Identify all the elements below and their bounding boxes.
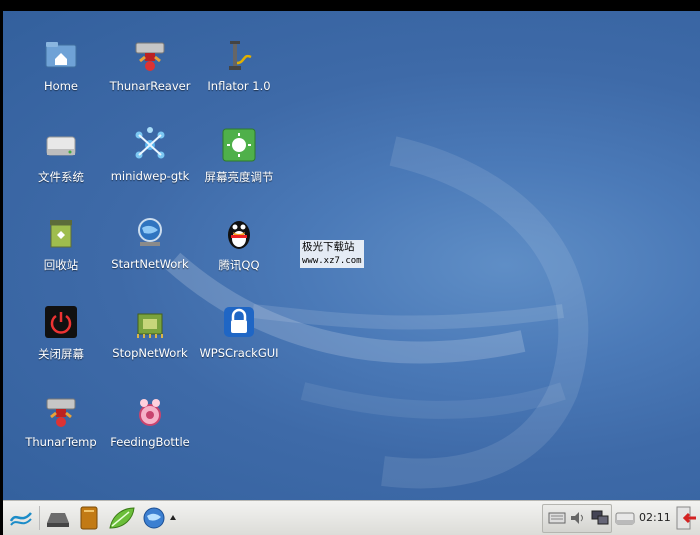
desktop-icon-label: 腾讯QQ bbox=[218, 258, 260, 272]
air-pump-icon bbox=[229, 41, 252, 70]
desktop-icon-label: Inflator 1.0 bbox=[207, 79, 271, 93]
wps-lock-icon bbox=[224, 307, 254, 337]
removable-drive-icon[interactable] bbox=[614, 508, 636, 528]
desktop-icon-label: ThunarReaver bbox=[109, 79, 191, 93]
desktop-icon-label: 关闭屏幕 bbox=[38, 347, 84, 361]
network-card-icon bbox=[137, 313, 163, 338]
desktop-icon-minidwep[interactable]: minidwep-gtk bbox=[105, 125, 195, 211]
desktop-icon-feedingbottle[interactable]: FeedingBottle bbox=[105, 391, 195, 477]
trash-icon bbox=[50, 220, 72, 248]
qq-penguin-icon bbox=[228, 221, 250, 249]
desktop-icon-label: minidwep-gtk bbox=[110, 169, 190, 183]
bomb-tool-icon bbox=[46, 398, 76, 427]
volume-icon[interactable] bbox=[569, 509, 587, 527]
desktop-icon-label: StopNetWork bbox=[112, 346, 188, 360]
desktop-icon-label: 屏幕亮度调节 bbox=[204, 170, 274, 184]
network-globe-icon bbox=[138, 218, 162, 246]
drive-icon bbox=[46, 136, 76, 156]
globe-icon[interactable] bbox=[141, 505, 167, 531]
network-icon[interactable] bbox=[590, 508, 610, 528]
desktop-icon-label: WPSCrackGUI bbox=[199, 346, 279, 360]
keyboard-icon[interactable] bbox=[548, 509, 566, 527]
watermark-url: www.xz7.com bbox=[302, 256, 362, 266]
home-folder-icon bbox=[45, 42, 77, 68]
desktop-icon-label: 文件系统 bbox=[38, 170, 84, 184]
desktop-icon-filesystem[interactable]: 文件系统 bbox=[16, 125, 106, 211]
watermark: 极光下载站 www.xz7.com bbox=[300, 240, 364, 268]
drive-icon[interactable] bbox=[43, 505, 73, 531]
desktop-icon-label: 回收站 bbox=[43, 258, 79, 272]
bomb-tool-icon bbox=[135, 42, 165, 71]
system-tray bbox=[542, 504, 612, 533]
desktop-icon-stopnetwork[interactable]: StopNetWork bbox=[105, 302, 195, 388]
watermark-title: 极光下载站 bbox=[302, 241, 355, 253]
desktop-icon-wpscrackgui[interactable]: WPSCrackGUI bbox=[194, 302, 284, 388]
book-icon[interactable] bbox=[77, 505, 101, 531]
desktop-icon-startnetwork[interactable]: StartNetWork bbox=[105, 213, 195, 299]
power-icon bbox=[45, 306, 77, 338]
desktop-icon-screen-off[interactable]: 关闭屏幕 bbox=[16, 302, 106, 388]
expand-arrow-icon[interactable] bbox=[168, 505, 178, 531]
desktop-icon-label: Home bbox=[44, 79, 78, 93]
menu-icon[interactable] bbox=[7, 505, 35, 531]
desktop-icon-home[interactable]: Home bbox=[16, 35, 106, 121]
leaf-icon[interactable] bbox=[107, 505, 137, 531]
network-star-icon bbox=[135, 127, 165, 159]
desktop: Home 文件系统 回收站 关闭屏幕 ThunarTemp ThunarReav… bbox=[3, 11, 700, 500]
desktop-icon-qq[interactable]: 腾讯QQ bbox=[194, 213, 284, 299]
taskbar-separator bbox=[39, 506, 40, 530]
logout-icon[interactable] bbox=[674, 505, 698, 531]
taskbar: 02:11 bbox=[3, 500, 700, 535]
desktop-icon-inflator[interactable]: Inflator 1.0 bbox=[194, 35, 284, 121]
brightness-icon bbox=[222, 128, 256, 162]
desktop-icon-trash[interactable]: 回收站 bbox=[16, 213, 106, 299]
desktop-icon-label: StartNetWork bbox=[111, 257, 189, 271]
desktop-icon-thunarreaver[interactable]: ThunarReaver bbox=[105, 35, 195, 121]
desktop-icon-brightness[interactable]: 屏幕亮度调节 bbox=[194, 125, 284, 211]
clock[interactable]: 02:11 bbox=[639, 511, 671, 524]
desktop-icon-label: ThunarTemp bbox=[25, 435, 97, 449]
desktop-icon-label: FeedingBottle bbox=[110, 435, 190, 449]
feeding-bottle-icon bbox=[139, 399, 161, 426]
desktop-icon-thunartemp[interactable]: ThunarTemp bbox=[16, 391, 106, 477]
